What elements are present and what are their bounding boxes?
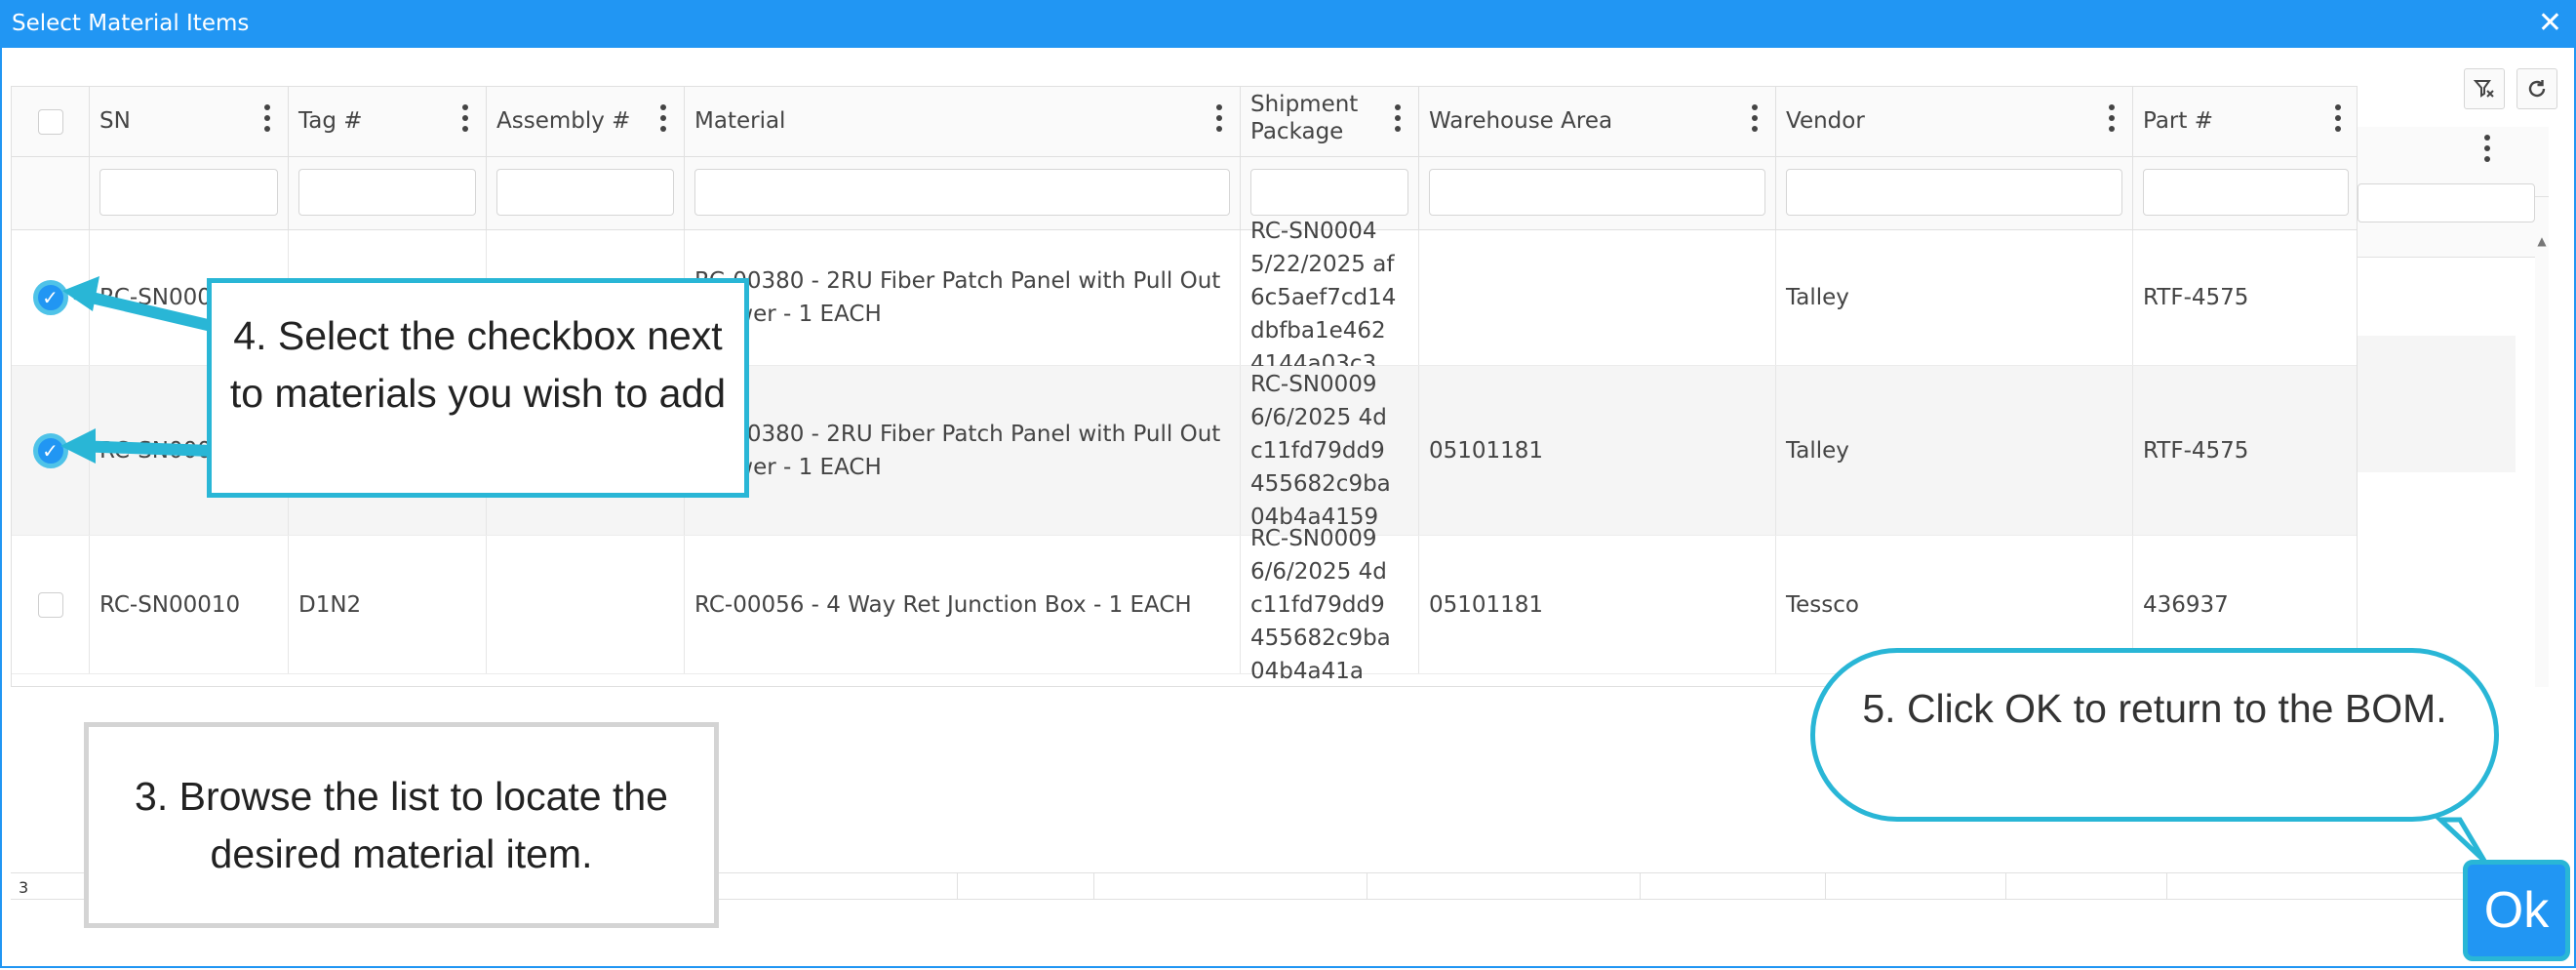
callout-step-5: 5. Click OK to return to the BOM. [1810,648,2499,822]
select-material-dialog: Select Material Items ✕ ▲ SN Tag # Assem… [0,0,2576,968]
callout-step-3: 3. Browse the list to locate the desired… [84,722,719,928]
callout-step-4: 4. Select the checkbox next to materials… [207,278,749,498]
ok-button[interactable]: Ok [2463,860,2570,961]
